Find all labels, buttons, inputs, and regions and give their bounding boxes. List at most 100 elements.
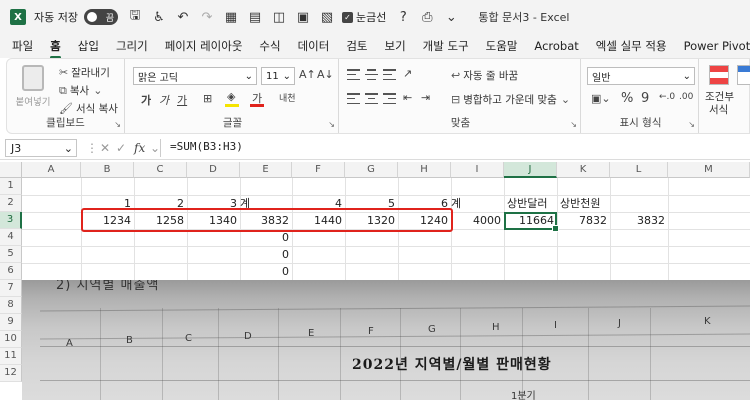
dialog-launcher-icon[interactable]: ↘ [114,120,121,129]
format-painter-button[interactable]: 🖌 서식 복사 [59,101,118,116]
italic-button[interactable]: 가 [159,92,169,108]
column-header-k[interactable]: K [557,162,610,178]
tab-developer[interactable]: 개발 도구 [423,38,469,54]
cell-i3[interactable]: 4000 [451,213,504,229]
column-header-c[interactable]: C [134,162,187,178]
column-header-b[interactable]: B [81,162,134,178]
tab-excel-practical[interactable]: 엑셀 실무 적용 [596,38,667,54]
undo-icon[interactable]: ↶ [176,10,190,25]
fill-color-icon[interactable]: ▣ [296,10,310,25]
currency-icon[interactable]: ▣⌄ [591,92,611,105]
border-icon[interactable]: ⊞ [203,92,212,105]
help-icon[interactable]: ? [396,10,410,25]
row-header-6[interactable]: 6 [0,263,22,280]
save-icon[interactable]: 🖫 [128,6,142,28]
cell-i2[interactable]: 계 [448,196,501,212]
tab-acrobat[interactable]: Acrobat [534,39,578,53]
column-header-d[interactable]: D [187,162,240,178]
cell-e4[interactable]: 0 [240,230,292,246]
font-size-select[interactable]: 11 ⌄ [261,67,295,85]
increase-decimal-icon[interactable]: ←.0 [659,92,675,102]
decrease-font-icon[interactable]: A↓ [317,68,334,81]
cell-l3[interactable]: 3832 [610,213,668,229]
chevron-down-icon[interactable]: ⌄ [444,10,458,25]
row-header-5[interactable]: 5 [0,246,22,263]
row-header-7[interactable]: 7 [0,280,22,297]
enter-icon[interactable]: ✓ [116,141,126,155]
number-format-select[interactable]: 일반 ⌄ [587,67,695,85]
column-header-e[interactable]: E [240,162,292,178]
formula-input[interactable]: =SUM(B3:H3) [170,140,243,153]
redo-icon[interactable]: ↷ [200,10,214,25]
table-icon[interactable]: ▤ [248,10,262,25]
tab-file[interactable]: 파일 [12,38,33,54]
phonetic-button[interactable]: 내천 [279,91,296,104]
orientation-icon[interactable]: ↗ [403,67,412,80]
cell-e5[interactable]: 0 [240,247,292,263]
align-middle-icon[interactable] [365,69,378,80]
format-table-icon[interactable] [737,65,750,85]
underline-button[interactable]: 가 [177,92,187,108]
tab-formulas[interactable]: 수식 [259,38,280,54]
row-header-4[interactable]: 4 [0,229,22,246]
insert-function-button[interactable]: fx [134,141,145,155]
row-header-1[interactable]: 1 [0,178,22,195]
align-right-icon[interactable] [383,93,396,104]
indent-increase-icon[interactable]: ⇥ [421,91,430,104]
select-all-button[interactable] [0,162,22,178]
decrease-decimal-icon[interactable]: .00 [679,92,693,102]
conditional-format-icon[interactable] [709,65,729,85]
embedded-photo[interactable]: 2) 지역별 매출액 A B C D E F G H I J K 2022년 지… [22,280,750,400]
column-header-l[interactable]: L [610,162,668,178]
row-header-8[interactable]: 8 [0,297,22,314]
image-icon[interactable]: ▧ [320,10,334,25]
accessibility-icon[interactable]: ♿ [152,10,166,25]
tab-draw[interactable]: 그리기 [116,38,148,54]
row-header-11[interactable]: 11 [0,348,22,365]
tab-view[interactable]: 보기 [385,38,406,54]
camera-icon[interactable]: ◫ [272,10,286,25]
row-header-3[interactable]: 3 [0,212,22,229]
dialog-launcher-icon[interactable]: ↘ [570,120,577,129]
wrap-text-button[interactable]: ↩ 자동 줄 바꿈 [451,68,518,83]
column-header-a[interactable]: A [22,162,81,178]
copy-button[interactable]: ⧉ 복사 ⌄ [59,83,105,98]
align-center-icon[interactable] [365,93,378,104]
dialog-launcher-icon[interactable]: ↘ [688,120,695,129]
font-name-select[interactable]: 맑은 고딕 ⌄ [133,67,257,85]
merge-center-button[interactable]: ⊟ 병합하고 가운데 맞춤 ⌄ [451,92,573,107]
comma-button[interactable]: 9 [641,91,649,106]
paste-button[interactable]: 붙여넣기 [15,65,51,108]
increase-font-icon[interactable]: A↑ [299,68,316,81]
align-left-icon[interactable] [347,93,360,104]
bold-button[interactable]: 가 [141,92,151,108]
row-header-10[interactable]: 10 [0,331,22,348]
cell-j2[interactable]: 상반달러 [504,196,557,212]
column-header-i[interactable]: I [451,162,504,178]
cell-k3[interactable]: 7832 [557,213,610,229]
percent-button[interactable]: % [621,91,633,106]
column-header-j[interactable]: J [504,162,557,178]
cancel-icon[interactable]: ✕ [100,141,110,155]
name-box[interactable]: J3 ⌄ [5,139,77,157]
print-icon[interactable]: ⎙ [420,10,434,25]
column-header-f[interactable]: F [292,162,345,178]
tab-page-layout[interactable]: 페이지 레이아웃 [165,38,243,54]
row-header-2[interactable]: 2 [0,195,22,212]
row-header-9[interactable]: 9 [0,314,22,331]
autosave-toggle[interactable]: 끔 [83,9,118,25]
column-header-g[interactable]: G [345,162,398,178]
cut-button[interactable]: ✂ 잘라내기 [59,65,110,80]
tab-help[interactable]: 도움말 [486,38,518,54]
align-top-icon[interactable] [347,69,360,80]
tab-data[interactable]: 데이터 [298,38,330,54]
column-header-h[interactable]: H [398,162,451,178]
tab-insert[interactable]: 삽입 [78,38,99,54]
tab-review[interactable]: 검토 [346,38,367,54]
cell-k2[interactable]: 상반천원 [557,196,617,212]
cell-e6[interactable]: 0 [240,264,292,280]
gridlines-checkbox[interactable]: ✓ [341,11,353,23]
tab-power-pivot[interactable]: Power Pivot [684,39,750,53]
tab-home[interactable]: 홈 [50,38,61,59]
fill-color-icon[interactable]: ◈ [227,90,235,103]
